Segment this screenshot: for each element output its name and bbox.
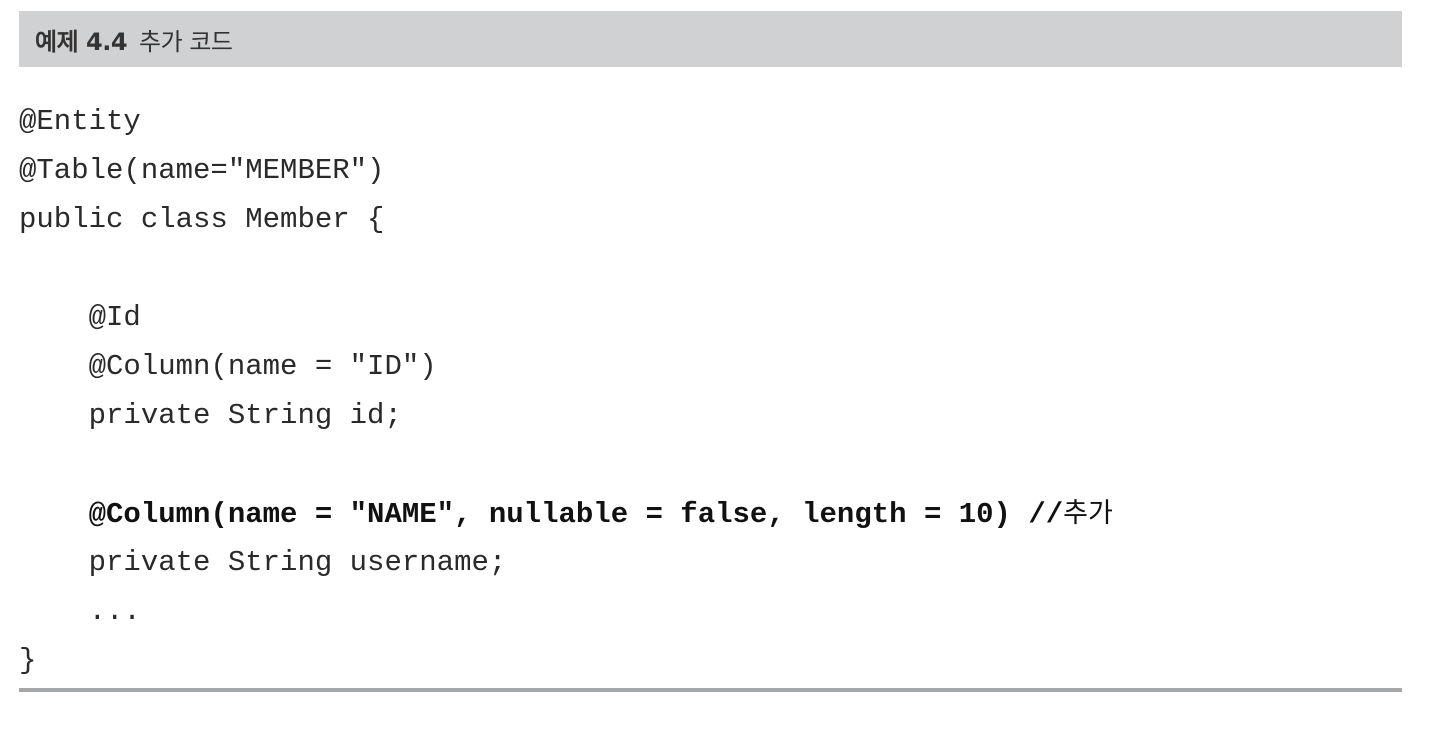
code-block: @Entity @Table(name="MEMBER") public class…	[19, 97, 1402, 685]
example-caption: 예제 4.4 추가 코드	[35, 22, 233, 57]
code-line: private String username;	[19, 538, 1402, 587]
code-line: public class Member {	[19, 195, 1402, 244]
bottom-divider	[19, 688, 1402, 692]
code-line-text: ...	[19, 595, 141, 628]
code-line: @Column(name = "NAME", nullable = false,…	[19, 489, 1402, 538]
code-line-text: @Column(name = "NAME", nullable = false,…	[19, 498, 1064, 531]
code-line: private String id;	[19, 391, 1402, 440]
code-line-text: private String id;	[19, 399, 402, 432]
code-comment: 추가	[1063, 498, 1113, 529]
code-line-text: @Column(name = "ID")	[19, 350, 437, 383]
example-caption-bar: 예제 4.4 추가 코드	[19, 11, 1402, 67]
code-line: @Id	[19, 293, 1402, 342]
code-line-text: @Entity	[19, 105, 141, 138]
code-line-text: public class Member {	[19, 203, 385, 236]
code-line-text: }	[19, 644, 37, 677]
code-line: ...	[19, 587, 1402, 636]
code-line-text: private String username;	[19, 546, 507, 579]
code-line-text: @Table(name="MEMBER")	[19, 154, 385, 187]
code-line: @Table(name="MEMBER")	[19, 146, 1402, 195]
code-line: }	[19, 636, 1402, 685]
code-line: @Column(name = "ID")	[19, 342, 1402, 391]
code-line-text: @Id	[19, 301, 141, 334]
example-title: 추가 코드	[139, 27, 233, 56]
example-label: 예제 4.4	[35, 27, 128, 56]
code-line: @Entity	[19, 97, 1402, 146]
code-example: 예제 4.4 추가 코드 @Entity @Table(name="MEMBER")…	[19, 11, 1402, 685]
